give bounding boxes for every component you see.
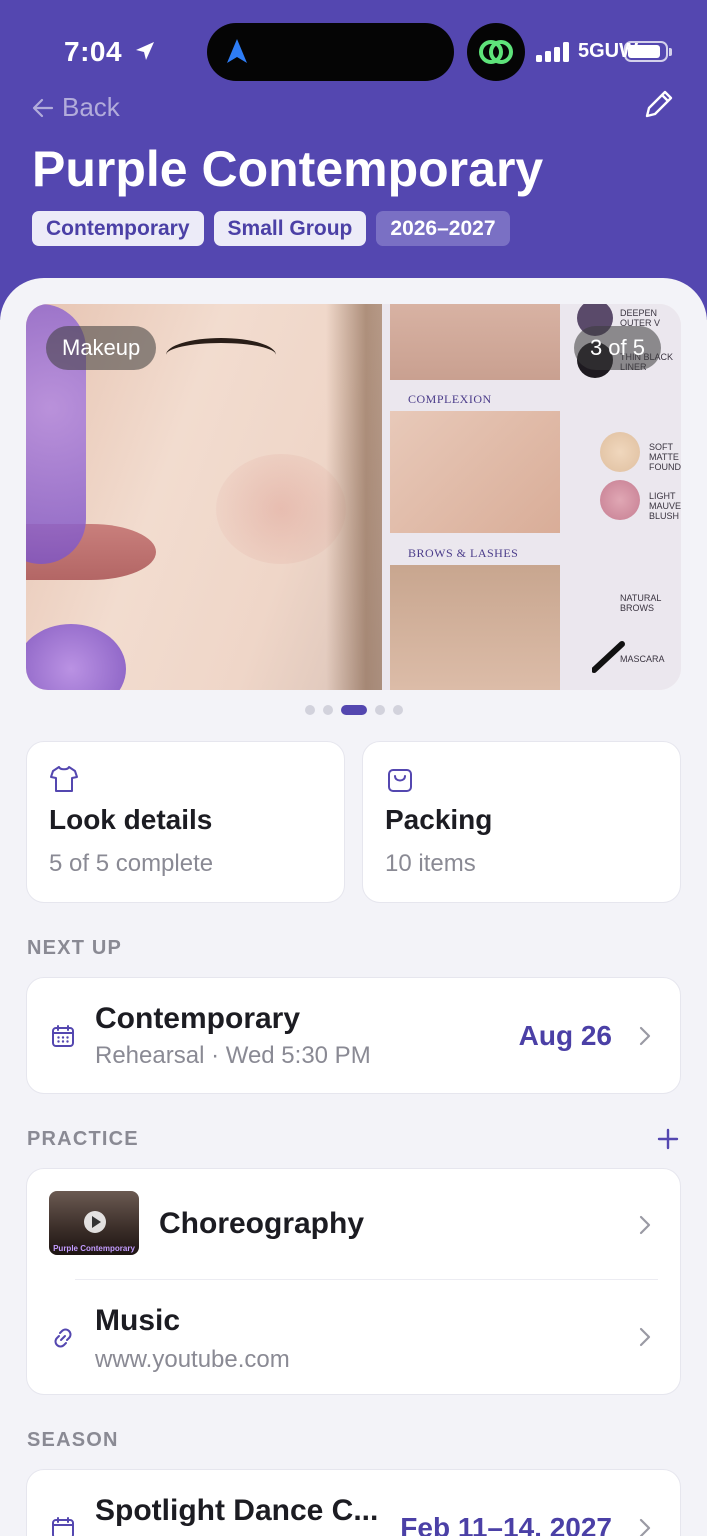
practice-item-url: www.youtube.com	[95, 1346, 290, 1373]
chevron-right-icon	[639, 1327, 651, 1347]
play-icon	[84, 1211, 106, 1233]
section-label-season: SEASON	[27, 1429, 119, 1451]
page-dot[interactable]	[392, 705, 403, 715]
season-event-row[interactable]: Spotlight Dance C... Feb 11–14, 2027	[26, 1469, 681, 1536]
bag-icon	[388, 769, 412, 792]
next-up-event-row[interactable]: Contemporary Rehearsal · Wed 5:30 PM Aug…	[26, 977, 681, 1094]
foundation-swatch	[600, 432, 640, 472]
link-icon	[54, 1328, 72, 1348]
navigation-arrow-icon	[227, 39, 247, 63]
thumbnail-caption: Purple Contemporary	[53, 1244, 135, 1253]
video-thumbnail: Purple Contemporary	[49, 1191, 139, 1255]
label-deepen: DEEPEN OUTER V	[620, 308, 661, 328]
practice-item-title: Music	[95, 1304, 181, 1337]
page-title: Purple Contemporary	[32, 141, 544, 197]
battery-icon	[624, 41, 672, 62]
event-subtitle: Rehearsal · Wed 5:30 PM	[95, 1042, 371, 1069]
section-brows-lashes: BROWS & LASHES	[408, 546, 519, 560]
signal-icon	[536, 42, 569, 62]
label-mascara: MASCARA	[620, 654, 665, 664]
shirt-icon	[50, 766, 78, 792]
back-arrow-icon	[32, 98, 54, 117]
tag-style[interactable]: Contemporary	[32, 211, 204, 246]
section-label-practice: PRACTICE	[27, 1128, 139, 1150]
label-blush: LIGHT MAUVE BLUSH	[649, 491, 681, 521]
add-plus-icon[interactable]	[656, 1127, 680, 1151]
page-indicator[interactable]	[0, 705, 707, 715]
back-button[interactable]: Back	[32, 92, 120, 123]
page-dot[interactable]	[304, 705, 315, 715]
photo-counter-badge: 3 of 5	[573, 326, 661, 370]
section-complexion: COMPLEXION	[408, 392, 492, 406]
event-date: Aug 26	[518, 1020, 612, 1051]
practice-item-music[interactable]: Music www.youtube.com	[27, 1280, 682, 1395]
chevron-right-icon	[639, 1026, 651, 1046]
section-label-next-up: NEXT UP	[27, 937, 123, 959]
page-dot[interactable]	[374, 705, 385, 715]
makeup-photo-carousel[interactable]: COMPLEXION BROWS & LASHES DEEPEN OUTER V…	[26, 304, 681, 690]
card-title: Look details	[49, 804, 213, 835]
season-event-date: Feb 11–14, 2027	[400, 1512, 612, 1536]
season-event-title: Spotlight Dance C...	[95, 1494, 379, 1527]
practice-list: Purple Contemporary Choreography Music w…	[26, 1168, 681, 1395]
calendar-icon	[52, 1517, 74, 1536]
tag-list: Contemporary Small Group 2026–2027	[32, 211, 510, 246]
practice-item-title: Choreography	[159, 1207, 365, 1240]
packing-card[interactable]: Packing 10 items	[362, 741, 681, 903]
chevron-right-icon	[639, 1518, 651, 1536]
card-subtitle: 5 of 5 complete	[49, 850, 214, 877]
card-title: Packing	[385, 804, 493, 835]
back-label: Back	[62, 92, 120, 122]
blush-swatch	[600, 480, 640, 520]
look-details-card[interactable]: Look details 5 of 5 complete	[26, 741, 345, 903]
location-arrow-icon	[136, 42, 154, 60]
category-badge: Makeup	[46, 326, 157, 370]
status-time: 7:04	[64, 36, 123, 67]
island-activity	[467, 23, 525, 81]
edit-pencil-icon[interactable]	[643, 88, 675, 120]
page-dot[interactable]	[322, 705, 333, 715]
tag-group-size[interactable]: Small Group	[213, 211, 367, 246]
practice-item-choreography[interactable]: Purple Contemporary Choreography	[27, 1169, 682, 1279]
page-dot-active[interactable]	[340, 705, 367, 715]
label-brows: NATURAL BROWS	[620, 593, 662, 613]
event-title: Contemporary	[95, 1002, 301, 1035]
card-subtitle: 10 items	[385, 850, 476, 877]
chevron-right-icon	[639, 1215, 651, 1235]
calendar-icon	[52, 1025, 74, 1047]
activity-rings-icon	[479, 40, 513, 64]
label-foundation: SOFT MATTE FOUNDATION	[649, 442, 681, 472]
tag-season[interactable]: 2026–2027	[376, 211, 510, 246]
